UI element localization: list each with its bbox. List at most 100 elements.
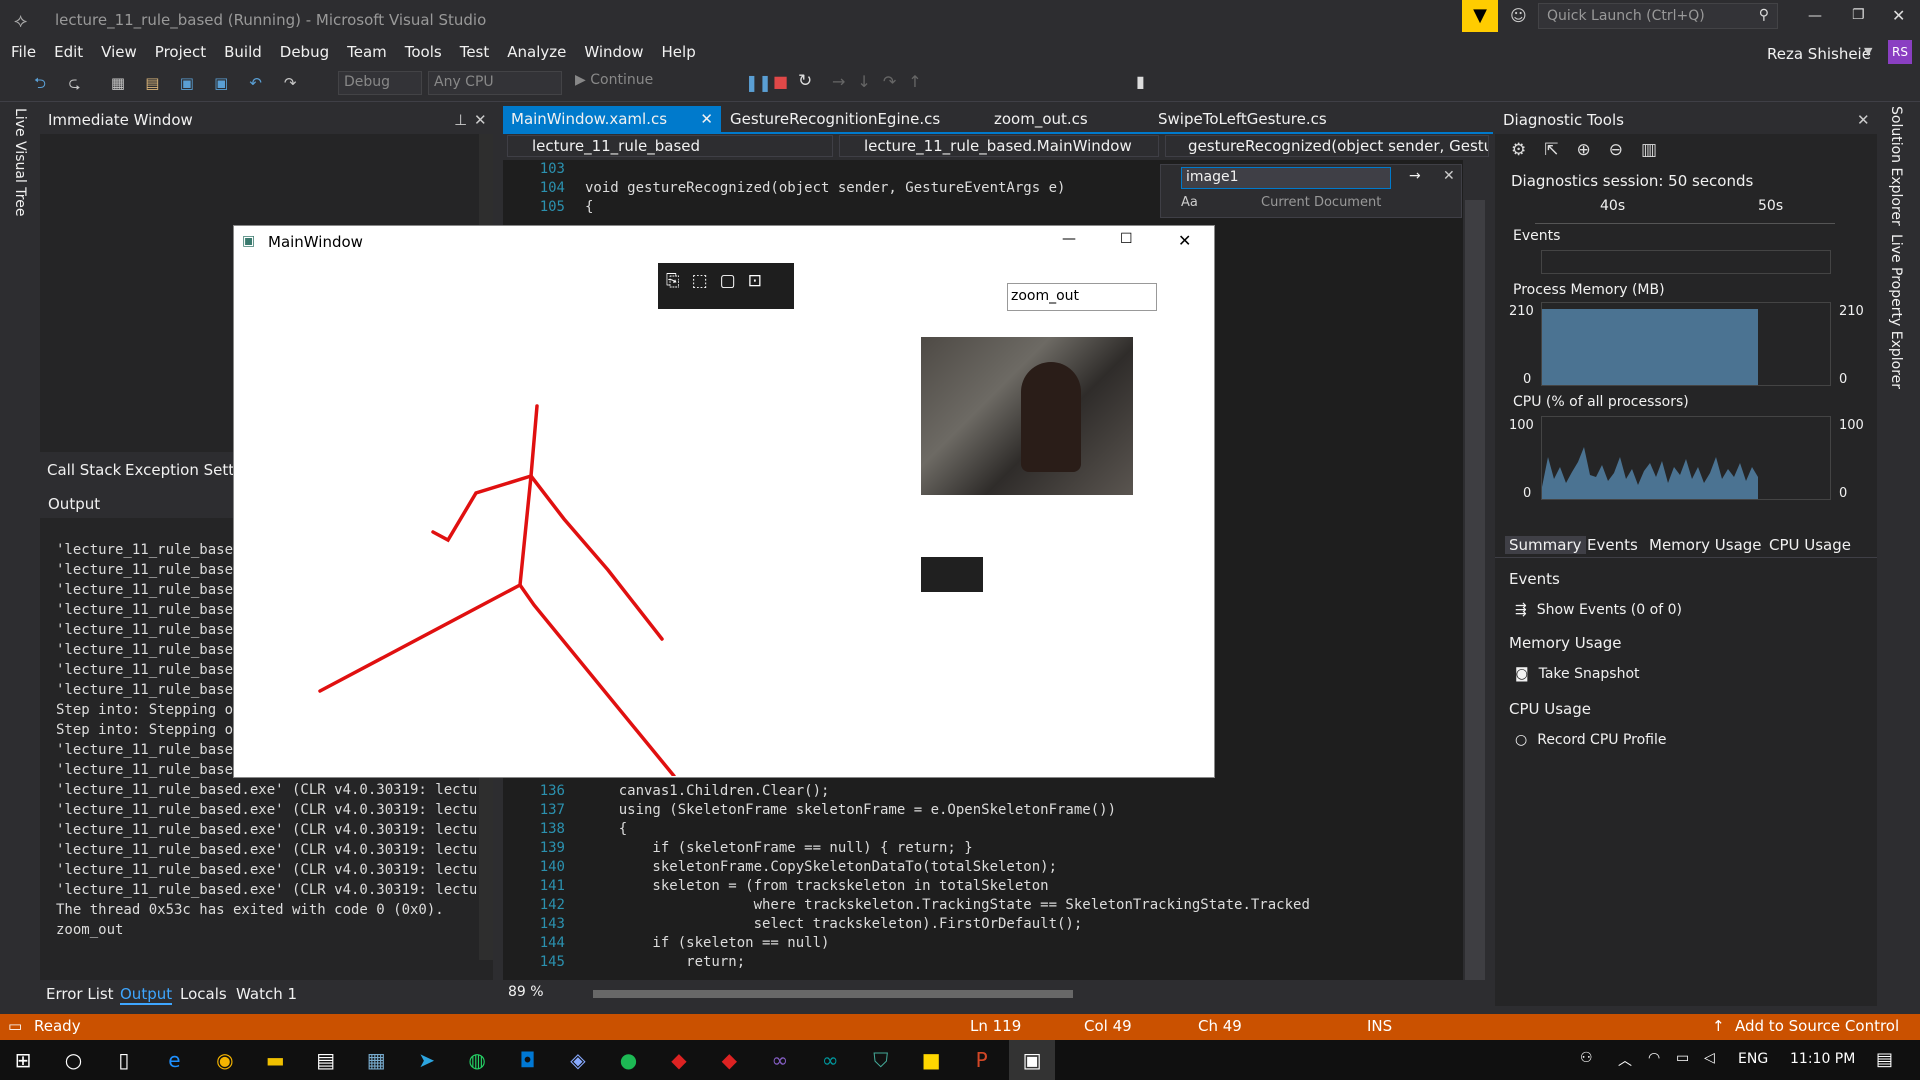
menu-item[interactable]: File <box>2 38 45 66</box>
cpu-header[interactable]: CPU (% of all processors) <box>1513 394 1689 410</box>
project-dropdown[interactable]: lecture_11_rule_based <box>507 135 833 157</box>
add-to-source-control[interactable]: Add to Source Control <box>1735 1017 1899 1035</box>
minimize-button[interactable]: — <box>1808 8 1822 24</box>
wifi-icon[interactable]: ◠ <box>1648 1050 1660 1066</box>
feedback-icon[interactable]: ☺ <box>1510 6 1527 25</box>
menu-item[interactable]: View <box>92 38 146 66</box>
menu-item[interactable]: Edit <box>45 38 92 66</box>
events-header[interactable]: Events <box>1513 228 1560 244</box>
close-button[interactable]: ✕ <box>1178 231 1191 250</box>
cursor-icon[interactable]: ⬚ <box>692 271 720 291</box>
app-main-window[interactable]: ▣ MainWindow — ☐ ✕ ⎘⬚▢⊡ zoom_out <box>233 225 1215 778</box>
bookmark-icon[interactable]: ▮ <box>1136 72 1145 91</box>
bottom-tab[interactable]: Locals <box>180 985 227 1003</box>
menu-item[interactable]: Test <box>451 38 499 66</box>
platform-select[interactable]: Any CPU <box>428 71 562 95</box>
export-icon[interactable]: ⇱ <box>1544 140 1576 160</box>
tab-swipe-left[interactable]: SwipeToLeftGesture.cs <box>1150 106 1335 132</box>
memory-graph[interactable] <box>1541 302 1831 386</box>
tab-call-stack[interactable]: Call Stack <box>47 461 121 479</box>
adorner-icon[interactable]: ▢ <box>720 271 748 291</box>
menu-item[interactable]: Build <box>215 38 271 66</box>
solution-explorer-tab[interactable]: Solution Explorer <box>1888 106 1904 226</box>
app-icon[interactable]: ◈ <box>555 1040 601 1080</box>
sticky-notes-icon[interactable]: ■ <box>908 1040 954 1080</box>
live-property-explorer-tab[interactable]: Live Property Explorer <box>1888 234 1904 389</box>
outlook-icon[interactable]: ◘ <box>505 1040 551 1080</box>
new-project-icon[interactable]: ▦ <box>106 71 130 95</box>
tab-mainwindow-xaml-cs[interactable]: MainWindow.xaml.cs ✕ <box>503 106 721 132</box>
menu-item[interactable]: Window <box>575 38 652 66</box>
debug-overlay-toolbar[interactable]: ⎘⬚▢⊡ <box>658 263 794 309</box>
maximize-button[interactable]: ❐ <box>1852 7 1865 23</box>
people-icon[interactable]: ⚇ <box>1580 1050 1593 1066</box>
menu-item[interactable]: Help <box>653 38 705 66</box>
whatsapp-icon[interactable]: ◍ <box>454 1040 500 1080</box>
reset-zoom-icon[interactable]: ▥ <box>1641 140 1675 160</box>
close-button[interactable]: ✕ <box>1892 6 1905 25</box>
avatar[interactable]: RS <box>1888 40 1912 64</box>
find-scope-select[interactable]: Current Document <box>1261 195 1381 210</box>
find-input[interactable]: image1 <box>1181 167 1391 189</box>
memory-header[interactable]: Process Memory (MB) <box>1513 282 1665 298</box>
gear-icon[interactable]: ⚙ <box>1511 140 1544 160</box>
back-icon[interactable]: ⮌ <box>28 71 52 95</box>
zoom-level[interactable]: 89 % <box>508 984 544 1000</box>
live-visual-tree-tab[interactable]: Live Visual Tree <box>12 108 28 216</box>
save-all-icon[interactable]: ▣ <box>209 71 233 95</box>
tab-zoom-out[interactable]: zoom_out.cs <box>986 106 1096 132</box>
take-snapshot-link[interactable]: ◙ Take Snapshot <box>1515 666 1640 682</box>
quick-launch-input[interactable]: Quick Launch (Ctrl+Q) ⚲ <box>1538 3 1778 29</box>
bottom-tab[interactable]: Output <box>120 985 173 1005</box>
record-cpu-link[interactable]: ○ Record CPU Profile <box>1515 732 1667 748</box>
task-view-icon[interactable]: ▯ <box>101 1040 147 1080</box>
running-app-icon[interactable]: ▣ <box>1009 1040 1056 1080</box>
menu-item[interactable]: Project <box>146 38 215 66</box>
cpu-graph[interactable] <box>1541 416 1831 500</box>
chevron-down-icon[interactable]: ▼ <box>1864 45 1872 58</box>
restart-icon[interactable]: ↻ <box>798 71 812 91</box>
tab-exception-settings[interactable]: Exception Settin <box>125 461 248 479</box>
diag-tab[interactable]: Events <box>1587 536 1638 554</box>
find-next-icon[interactable]: → <box>1409 168 1421 184</box>
battery-icon[interactable]: ▭ <box>1676 1050 1689 1066</box>
chrome-icon[interactable]: ◉ <box>202 1040 248 1080</box>
bottom-tab[interactable]: Watch 1 <box>236 985 297 1003</box>
class-dropdown[interactable]: lecture_11_rule_based.MainWindow <box>839 135 1159 157</box>
pause-icon[interactable]: ❚❚ <box>745 73 772 92</box>
paint-icon[interactable]: ▦ <box>353 1040 399 1080</box>
match-case-icon[interactable]: Aa <box>1181 195 1198 210</box>
visual-studio-icon[interactable]: ∞ <box>757 1040 803 1080</box>
user-name[interactable]: Reza Shisheie <box>1767 45 1871 63</box>
file-explorer-icon[interactable]: ▬ <box>252 1040 298 1080</box>
undo-icon[interactable]: ↶ <box>244 71 268 95</box>
horizontal-scrollbar[interactable] <box>593 990 1073 998</box>
clock[interactable]: 11:10 PM <box>1790 1051 1855 1067</box>
timeline-ruler[interactable]: 40s 50s <box>1535 194 1835 224</box>
pin-icon[interactable]: ⊥ <box>454 106 467 134</box>
maximize-button[interactable]: ☐ <box>1120 231 1133 247</box>
store-icon[interactable]: ▤ <box>303 1040 349 1080</box>
diag-tab[interactable]: Memory Usage <box>1649 536 1762 554</box>
windows-start-icon[interactable]: ⊞ <box>0 1040 46 1080</box>
step-icons[interactable]: →↓↷↑ <box>832 72 934 91</box>
solidworks2-icon[interactable]: ◆ <box>706 1040 752 1080</box>
editor-vscrollbar[interactable] <box>1465 200 1485 980</box>
continue-button[interactable]: ▶ Continue <box>575 72 675 96</box>
close-icon[interactable]: ✕ <box>474 106 487 134</box>
zoom-in-icon[interactable]: ⊕ <box>1577 140 1609 160</box>
close-icon[interactable]: ✕ <box>1857 106 1870 134</box>
show-events-link[interactable]: ⇶ Show Events (0 of 0) <box>1515 602 1682 618</box>
redo-icon[interactable]: ↷ <box>278 71 302 95</box>
events-track[interactable] <box>1541 250 1831 274</box>
gesture-textbox[interactable]: zoom_out <box>1007 283 1157 311</box>
solidworks-icon[interactable]: ◆ <box>656 1040 702 1080</box>
volume-icon[interactable]: ◁ <box>1704 1050 1715 1066</box>
close-icon[interactable]: ✕ <box>1443 168 1455 184</box>
bottom-tab[interactable]: Error List <box>46 985 114 1003</box>
menu-item[interactable]: Team <box>338 38 396 66</box>
zoom-out-icon[interactable]: ⊖ <box>1609 140 1641 160</box>
forward-icon[interactable]: ⮎ <box>62 71 86 95</box>
minimize-button[interactable]: — <box>1062 231 1076 247</box>
tray-chevron-icon[interactable]: ︿ <box>1618 1050 1632 1070</box>
